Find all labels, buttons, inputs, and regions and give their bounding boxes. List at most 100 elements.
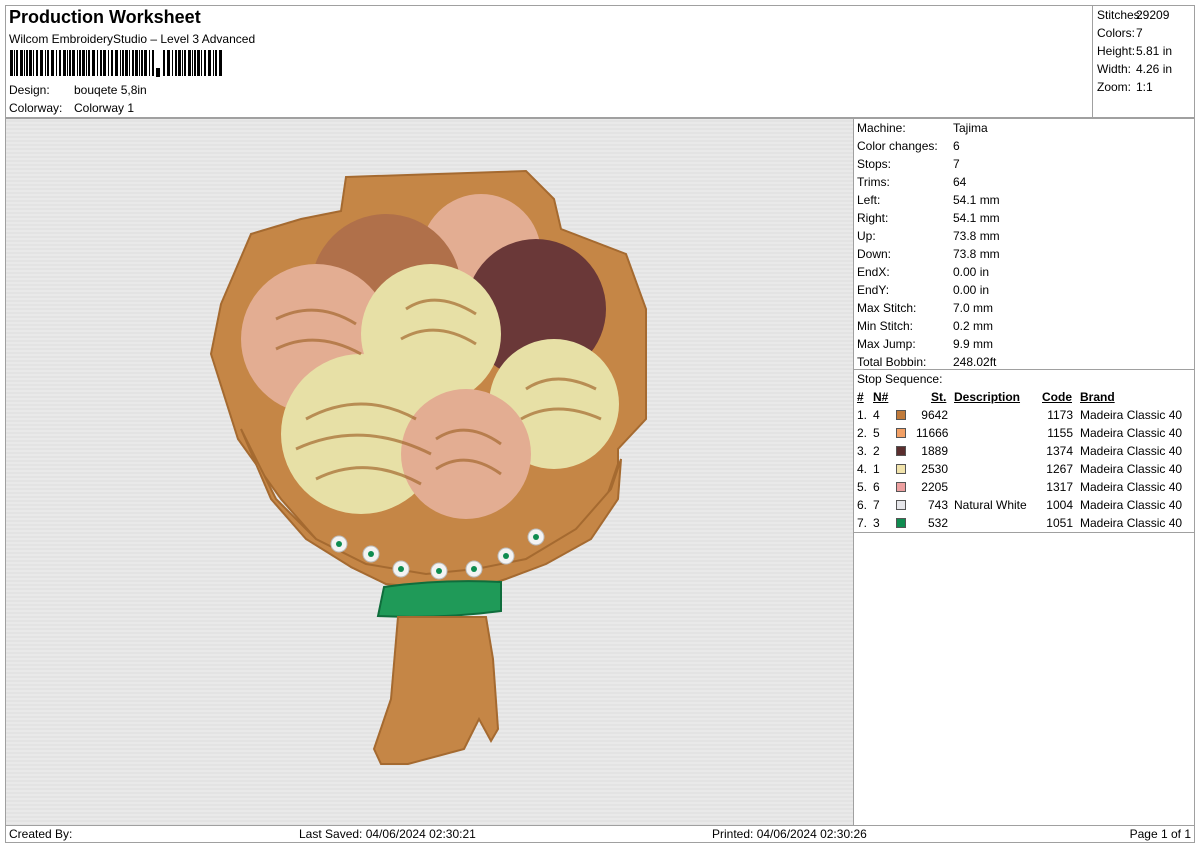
barcode-bar xyxy=(69,50,71,76)
barcode-bar xyxy=(92,50,95,76)
machine-label: Color changes: xyxy=(857,139,938,153)
stop-brand: Madeira Classic 40 xyxy=(1080,408,1183,422)
barcode-bar xyxy=(29,50,32,76)
stop-needle: 2 xyxy=(873,444,880,458)
barcode-bar xyxy=(33,50,34,76)
last-saved: Last Saved: 04/06/2024 02:30:21 xyxy=(299,827,476,841)
stop-stitches: 532 xyxy=(927,516,948,530)
summary-row: Width: 4.26 in xyxy=(1097,62,1172,76)
machine-value: 73.8 mm xyxy=(953,247,1000,261)
machine-value: 0.00 in xyxy=(953,265,990,279)
stop-stitches: 1889 xyxy=(921,444,948,458)
barcode-bar xyxy=(208,50,211,76)
barcode-bar xyxy=(108,50,109,76)
header-brand: Brand xyxy=(1080,390,1115,404)
header-code: Code xyxy=(1042,390,1072,404)
barcode-bar xyxy=(16,50,18,76)
header-needle: N# xyxy=(873,390,889,404)
barcode-bar xyxy=(163,50,165,76)
thread-color-swatch xyxy=(896,500,906,510)
colorway-label: Colorway: xyxy=(9,101,63,115)
summary-value: 29209 xyxy=(1136,8,1170,22)
stop-brand: Madeira Classic 40 xyxy=(1080,480,1183,494)
barcode-bar xyxy=(72,50,75,76)
machine-row: Up: 73.8 mm xyxy=(857,229,1000,243)
stop-needle: 6 xyxy=(873,480,880,494)
design-summary: Stitches: 29209 Colors: 7 Height: 5.81 in Widt… xyxy=(1092,5,1195,118)
machine-value: 248.02ft xyxy=(953,355,997,369)
thread-color-swatch xyxy=(896,518,906,528)
stop-code: 1267 xyxy=(1046,462,1073,476)
design-value: bouqete 5,8in xyxy=(74,83,147,97)
barcode-bar xyxy=(175,50,177,76)
barcode-bar xyxy=(26,50,28,76)
worksheet-footer: Created By: Last Saved: 04/06/2024 02:30… xyxy=(5,825,1195,843)
machine-value: 54.1 mm xyxy=(953,211,1000,225)
barcode-bar xyxy=(182,50,183,76)
machine-value: 7.0 mm xyxy=(953,301,994,315)
barcode-bar xyxy=(144,50,147,76)
stop-stitches: 11666 xyxy=(916,426,949,440)
machine-value: 54.1 mm xyxy=(953,193,1000,207)
stop-brand: Madeira Classic 40 xyxy=(1080,444,1183,458)
header-description: Description xyxy=(954,390,1021,404)
machine-label: Total Bobbin: xyxy=(857,355,927,369)
design-preview xyxy=(5,118,854,826)
summary-value: 1:1 xyxy=(1136,80,1153,94)
barcode-bar xyxy=(141,50,143,76)
machine-value: Tajima xyxy=(953,121,988,135)
barcode-bar xyxy=(219,50,222,76)
thread-color-swatch xyxy=(896,464,906,474)
printed-date: Printed: 04/06/2024 02:30:26 xyxy=(712,827,867,841)
stop-brand: Madeira Classic 40 xyxy=(1080,498,1183,512)
barcode-bar xyxy=(152,50,154,76)
barcode-bar xyxy=(79,50,81,76)
worksheet-title: Production Worksheet xyxy=(9,7,201,27)
header-stitches: St. xyxy=(931,390,947,404)
barcode-bar xyxy=(88,50,90,76)
stop-code: 1374 xyxy=(1046,444,1073,458)
empty-panel xyxy=(853,532,1195,826)
summary-row: Zoom: 1:1 xyxy=(1097,80,1153,94)
stop-needle: 1 xyxy=(873,462,880,476)
stop-num: 2. xyxy=(857,426,868,440)
machine-label: Left: xyxy=(857,193,881,207)
barcode-bar xyxy=(59,50,61,76)
thread-color-swatch xyxy=(896,482,906,492)
stop-sequence-title: Stop Sequence: xyxy=(857,372,943,386)
summary-value: 4.26 in xyxy=(1136,62,1173,76)
barcode-bar xyxy=(77,50,78,76)
stop-code: 1051 xyxy=(1046,516,1073,530)
stop-code: 1004 xyxy=(1046,498,1073,512)
machine-label: EndX: xyxy=(857,265,890,279)
barcode-bar xyxy=(192,50,193,76)
summary-value: 7 xyxy=(1136,26,1143,40)
stop-brand: Madeira Classic 40 xyxy=(1080,516,1183,530)
barcode-bar xyxy=(36,50,38,76)
barcode-mark xyxy=(156,68,160,77)
stop-code: 1173 xyxy=(1047,408,1073,422)
barcode-bar xyxy=(213,50,214,76)
stop-stitches: 2205 xyxy=(921,480,948,494)
barcode-bar xyxy=(97,50,98,76)
machine-row: Max Stitch: 7.0 mm xyxy=(857,301,993,315)
barcode-bar xyxy=(115,50,118,76)
machine-row: Left: 54.1 mm xyxy=(857,193,1000,207)
barcode-bar xyxy=(100,50,102,76)
machine-row: Down: 73.8 mm xyxy=(857,247,1000,261)
stop-needle: 4 xyxy=(873,408,880,422)
stop-stitches: 2530 xyxy=(921,462,948,476)
barcode-bar xyxy=(122,50,124,76)
stop-code: 1155 xyxy=(1047,426,1073,440)
machine-value: 9.9 mm xyxy=(953,337,994,351)
barcode-bar xyxy=(149,50,150,76)
machine-row: Min Stitch: 0.2 mm xyxy=(857,319,993,333)
barcode-bar xyxy=(194,50,196,76)
machine-value: 0.2 mm xyxy=(953,319,994,333)
barcode-bar xyxy=(215,50,217,76)
barcode-bar xyxy=(129,50,130,76)
machine-label: Machine: xyxy=(857,121,906,135)
summary-label: Colors: xyxy=(1097,26,1136,40)
page-number: Page 1 of 1 xyxy=(1129,827,1191,841)
barcode-bar xyxy=(135,50,138,76)
